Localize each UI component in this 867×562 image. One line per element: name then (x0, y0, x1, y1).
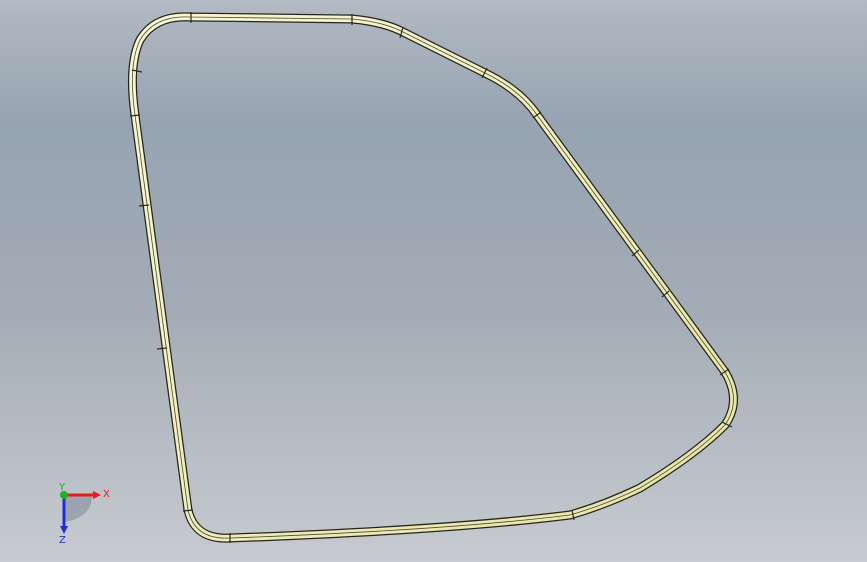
segment-edges (129, 12, 733, 543)
frame-outline (127, 12, 738, 543)
triad-plane-shade (64, 495, 92, 522)
part-render[interactable] (0, 0, 867, 562)
frame-inner-edge (132, 16, 734, 539)
orientation-triad: X Y Z (58, 482, 110, 546)
x-axis-arrow-icon (93, 491, 101, 499)
x-axis-label: X (103, 489, 110, 500)
frame-tube[interactable] (129, 13, 737, 542)
z-axis-label: Z (59, 535, 66, 546)
z-axis-arrow-icon (60, 526, 68, 534)
model-viewport[interactable]: X Y Z (0, 0, 867, 562)
y-axis-label: Y (58, 482, 66, 493)
